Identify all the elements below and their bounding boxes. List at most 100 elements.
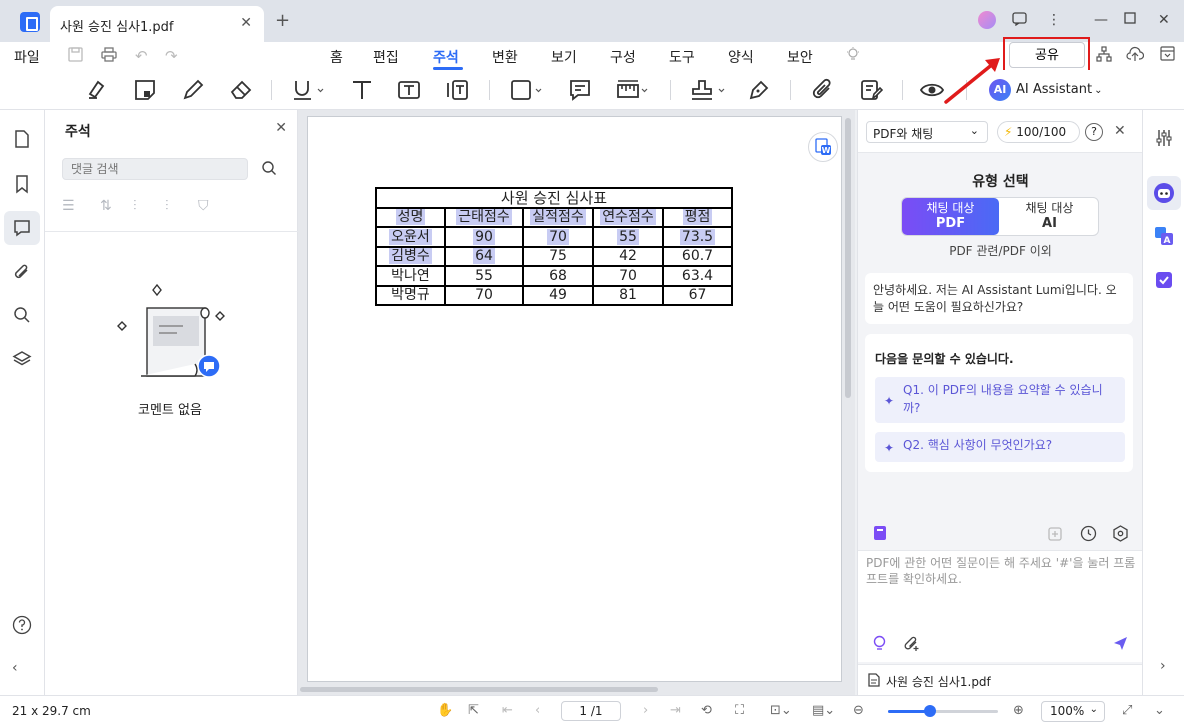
signature-icon[interactable] bbox=[747, 78, 773, 102]
menu-edit[interactable]: 편집 bbox=[373, 47, 399, 67]
list-edit-icon[interactable] bbox=[859, 78, 885, 102]
settings-hex-icon[interactable] bbox=[1112, 525, 1130, 543]
document-viewer[interactable]: W 사원 승진 심사표 성명 근태점수 실적점수 연수점수 평점 오윤서 90 … bbox=[298, 110, 855, 695]
last-page-icon[interactable]: ⇥ bbox=[670, 703, 681, 718]
cloud-upload-icon[interactable] bbox=[1126, 46, 1145, 66]
lightbulb-icon[interactable] bbox=[846, 47, 860, 67]
pdf-page[interactable]: W 사원 승진 심사표 성명 근태점수 실적점수 연수점수 평점 오윤서 90 … bbox=[307, 116, 842, 682]
help-icon[interactable] bbox=[12, 615, 32, 635]
rotate-page-icon[interactable]: ⟲ bbox=[701, 703, 712, 718]
menu-security[interactable]: 보안 bbox=[787, 47, 813, 67]
search-icon[interactable] bbox=[12, 305, 32, 325]
highlight-icon[interactable] bbox=[84, 78, 110, 102]
menu-tools[interactable]: 도구 bbox=[669, 47, 695, 67]
vertical-scrollbar[interactable] bbox=[845, 118, 851, 398]
stamp-icon[interactable] bbox=[690, 78, 728, 102]
page-ratio-icon[interactable]: ⊡⌄ bbox=[770, 703, 792, 718]
new-tab-icon[interactable]: + bbox=[275, 10, 290, 31]
previous-page-icon[interactable]: ‹ bbox=[535, 703, 540, 718]
fullscreen-icon[interactable]: ⤢ bbox=[1122, 703, 1132, 718]
lightbulb-icon[interactable] bbox=[872, 635, 887, 656]
new-chat-icon[interactable] bbox=[1048, 525, 1066, 543]
zoom-select[interactable]: 100% ⌄ bbox=[1041, 701, 1105, 722]
filter-icon[interactable]: ⛉ bbox=[198, 198, 209, 214]
attachment-icon[interactable] bbox=[12, 262, 32, 282]
hand-tool-icon[interactable]: ✋ bbox=[437, 703, 453, 718]
window-close-icon[interactable]: ✕ bbox=[1158, 12, 1170, 28]
share-button[interactable]: 공유 bbox=[1009, 42, 1085, 68]
page-number-input[interactable]: 1 /1 bbox=[561, 701, 621, 721]
page-thumbnail-icon[interactable] bbox=[12, 129, 32, 149]
redo-icon[interactable]: ↷ bbox=[165, 47, 178, 65]
ai-chat-input[interactable]: PDF에 관한 어떤 질문이든 해 주세요 '#'을 눌러 프롬프트를 확인하세… bbox=[858, 550, 1143, 662]
horizontal-scrollbar[interactable] bbox=[300, 687, 658, 692]
help-icon[interactable]: ? bbox=[1085, 123, 1103, 141]
zoom-slider[interactable] bbox=[888, 705, 998, 717]
menu-forms[interactable]: 양식 bbox=[728, 47, 754, 67]
menu-home[interactable]: 홈 bbox=[330, 47, 343, 67]
comment-search-input[interactable] bbox=[62, 158, 248, 180]
eraser-icon[interactable] bbox=[229, 78, 255, 102]
sort-icon[interactable]: ⇅ bbox=[100, 198, 112, 214]
comment-icon[interactable] bbox=[12, 218, 32, 238]
attach-file-icon[interactable] bbox=[903, 635, 920, 656]
avatar[interactable] bbox=[978, 11, 996, 29]
chat-with-ai-option[interactable]: 채팅 대상 AI bbox=[1001, 198, 1098, 235]
expand-icon[interactable]: ⌄ bbox=[1154, 703, 1165, 718]
credit-badge[interactable]: ⚡ 100/100 bbox=[997, 121, 1080, 143]
document-tab[interactable]: 사원 승진 심사1.pdf ✕ bbox=[50, 6, 264, 42]
text-icon[interactable] bbox=[350, 78, 376, 102]
page-layout-icon[interactable]: ▤⌄ bbox=[812, 703, 835, 718]
search-icon[interactable] bbox=[261, 160, 277, 180]
filter-type-icon[interactable]: ⫶ bbox=[165, 198, 169, 214]
zoom-in-icon[interactable]: ⊕ bbox=[1013, 703, 1024, 718]
first-page-icon[interactable]: ⇤ bbox=[502, 703, 513, 718]
collapse-panel-icon[interactable] bbox=[1160, 46, 1175, 65]
properties-sliders-icon[interactable] bbox=[1154, 128, 1174, 152]
print-icon[interactable] bbox=[101, 47, 117, 66]
chat-with-pdf-option[interactable]: 채팅 대상 PDF bbox=[902, 198, 999, 235]
feedback-icon[interactable] bbox=[1012, 12, 1027, 30]
convert-to-word-button[interactable]: W bbox=[808, 132, 838, 162]
menu-comment[interactable]: 주석 bbox=[433, 47, 459, 67]
close-icon[interactable]: ✕ bbox=[275, 120, 287, 136]
sticky-note-icon[interactable] bbox=[133, 78, 159, 102]
maximize-icon[interactable] bbox=[1124, 12, 1136, 28]
callout-icon[interactable] bbox=[445, 78, 471, 102]
undo-icon[interactable]: ↶ bbox=[135, 47, 148, 65]
menu-view[interactable]: 보기 bbox=[551, 47, 577, 67]
pencil-icon[interactable] bbox=[181, 78, 207, 102]
next-page-icon[interactable]: › bbox=[643, 703, 648, 718]
layers-icon[interactable] bbox=[12, 349, 32, 369]
fit-page-icon[interactable]: ⛶ bbox=[735, 703, 744, 718]
chat-mode-select[interactable]: PDF와 채팅 ⌄ bbox=[866, 121, 988, 143]
translate-icon[interactable]: A bbox=[1154, 226, 1174, 250]
send-icon[interactable] bbox=[1112, 635, 1129, 656]
more-menu-icon[interactable]: ⋮ bbox=[1047, 12, 1061, 28]
org-chart-icon[interactable] bbox=[1096, 46, 1112, 66]
filter-author-icon[interactable]: ⫶ bbox=[133, 198, 137, 214]
suggested-question-1[interactable]: ✦ Q1. 이 PDF의 내용을 요약할 수 있습니까? bbox=[875, 377, 1125, 423]
save-icon[interactable] bbox=[68, 47, 83, 66]
attachment-icon[interactable] bbox=[811, 78, 837, 102]
menu-convert[interactable]: 변환 bbox=[492, 47, 518, 67]
menu-file[interactable]: 파일 bbox=[14, 47, 40, 67]
minimize-icon[interactable]: — bbox=[1094, 12, 1108, 28]
close-icon[interactable]: ✕ bbox=[1114, 123, 1126, 139]
comment-box-icon[interactable] bbox=[568, 78, 594, 102]
text-box-icon[interactable] bbox=[397, 78, 423, 102]
suggested-question-2[interactable]: ✦ Q2. 핵심 사항이 무엇인가요? bbox=[875, 432, 1125, 462]
list-menu-icon[interactable]: ☰ bbox=[62, 198, 75, 214]
zoom-out-icon[interactable]: ⊖ bbox=[853, 703, 864, 718]
measure-icon[interactable] bbox=[616, 78, 650, 102]
prompt-library-icon[interactable] bbox=[872, 525, 890, 543]
menu-organize[interactable]: 구성 bbox=[610, 47, 636, 67]
ai-robot-button[interactable] bbox=[1147, 176, 1181, 210]
select-tool-icon[interactable]: ⇱ bbox=[468, 703, 479, 718]
collapse-right-icon[interactable]: › bbox=[1160, 658, 1166, 674]
history-icon[interactable] bbox=[1080, 525, 1098, 543]
ai-assistant-button[interactable]: AI Assistant ⌄ bbox=[1016, 82, 1102, 97]
zoom-slider-handle[interactable] bbox=[923, 705, 936, 717]
collapse-left-icon[interactable]: ‹ bbox=[12, 660, 32, 680]
task-check-icon[interactable] bbox=[1154, 270, 1174, 294]
